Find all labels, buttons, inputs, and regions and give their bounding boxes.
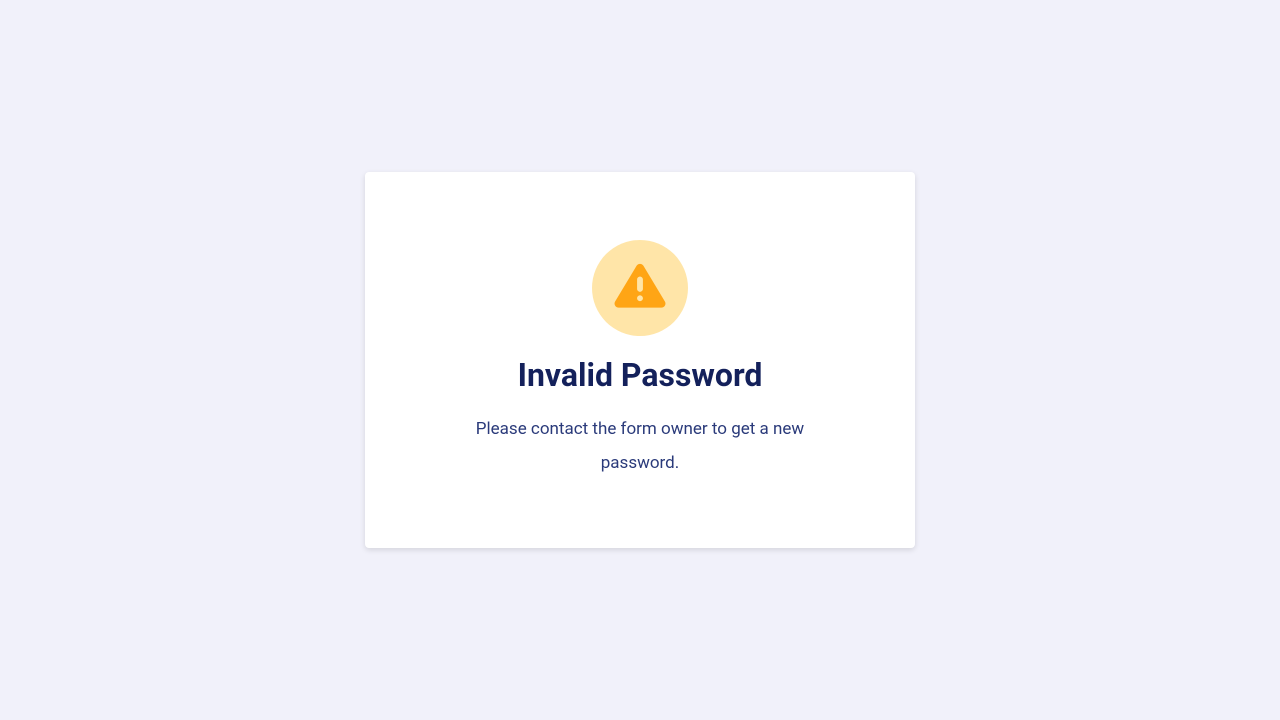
error-title: Invalid Password [518,356,763,394]
warning-icon-circle [592,240,688,336]
warning-triangle-icon [612,258,668,318]
error-card: Invalid Password Please contact the form… [365,172,915,548]
error-message: Please contact the form owner to get a n… [450,412,830,480]
